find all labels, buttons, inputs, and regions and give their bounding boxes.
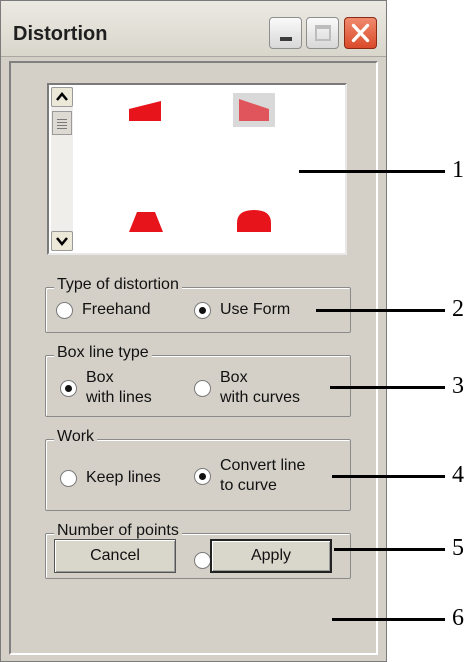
minimize-icon [280, 37, 292, 41]
callout-number-1: 1 [452, 157, 464, 183]
box-line-type-group: Box line type Box with lines Box with cu… [45, 344, 351, 417]
radio-box-with-curves-circle[interactable] [194, 379, 211, 397]
radio-box-with-lines-label: Box with lines [86, 369, 152, 406]
thumb-grip [57, 122, 67, 123]
callout-line-4 [332, 475, 445, 478]
radio-convert-line-to-curve-label: Convert line to curve [220, 457, 306, 494]
form-selection-highlight[interactable] [233, 93, 275, 127]
callout-number-3: 3 [452, 373, 464, 399]
radio-use-form[interactable]: Use Form [194, 300, 290, 320]
thumb-grip [57, 128, 67, 129]
radio-convert-line-to-curve[interactable]: Convert line to curve [194, 456, 305, 496]
callout-line-5 [334, 548, 445, 551]
type-of-distortion-group: Type of distortion Freehand Use Form [45, 276, 351, 333]
callout-number-2: 2 [452, 296, 464, 322]
scroll-up-icon [56, 92, 68, 101]
apply-button[interactable]: Apply [210, 539, 332, 573]
scroll-up-button[interactable] [51, 87, 73, 107]
radio-keep-lines-label: Keep lines [86, 469, 161, 486]
scroll-thumb[interactable] [52, 111, 72, 135]
form-shape-slant-right[interactable] [127, 99, 163, 123]
close-icon [351, 23, 370, 43]
callout-line-3 [330, 386, 445, 389]
work-label: Work [54, 428, 98, 446]
callout-number-5: 5 [452, 535, 464, 561]
radio-use-form-label: Use Form [220, 301, 291, 318]
work-group: Work Keep lines Convert line to curve [45, 428, 351, 511]
box-line-type-label: Box line type [54, 344, 152, 362]
callout-line-1 [299, 170, 445, 173]
callout-number-6: 6 [452, 605, 464, 631]
radio-freehand[interactable]: Freehand [56, 300, 151, 320]
callout-line-6 [332, 618, 445, 621]
radio-box-with-lines[interactable]: Box with lines [60, 368, 152, 408]
form-shape-dome[interactable] [235, 207, 273, 235]
thumb-grip [57, 125, 67, 126]
radio-freehand-label: Freehand [82, 301, 151, 318]
radio-box-with-curves[interactable]: Box with curves [194, 368, 300, 408]
scroll-down-icon [56, 237, 68, 246]
radio-convert-line-to-curve-circle[interactable] [194, 467, 211, 485]
callout-number-4: 4 [452, 462, 464, 488]
form-shape-trapezoid[interactable] [127, 209, 165, 235]
radio-keep-lines-circle[interactable] [60, 469, 77, 487]
close-button[interactable] [344, 17, 377, 49]
window-title: Distortion [13, 23, 108, 45]
type-of-distortion-label: Type of distortion [54, 276, 182, 294]
scroll-down-button[interactable] [51, 231, 73, 251]
cancel-button[interactable]: Cancel [54, 539, 176, 573]
callout-line-2 [316, 309, 445, 312]
preview-scrollbar[interactable] [51, 87, 73, 251]
radio-keep-lines[interactable]: Keep lines [60, 468, 161, 488]
title-bar[interactable]: Distortion [1, 1, 386, 57]
number-of-points-label: Number of points [54, 522, 182, 540]
radio-points-8-circle[interactable] [194, 551, 211, 569]
distortion-window: Distortion Type of distortion Freehand U… [0, 0, 387, 662]
radio-freehand-circle[interactable] [56, 301, 73, 319]
form-preview-list[interactable] [47, 83, 347, 255]
thumb-grip [57, 119, 67, 120]
form-shape-slant-left [239, 99, 269, 121]
maximize-icon [315, 25, 331, 41]
radio-box-with-curves-label: Box with curves [220, 369, 301, 406]
minimize-button[interactable] [269, 17, 302, 49]
radio-box-with-lines-circle[interactable] [60, 379, 77, 397]
maximize-button[interactable] [306, 17, 339, 49]
radio-use-form-circle[interactable] [194, 301, 211, 319]
